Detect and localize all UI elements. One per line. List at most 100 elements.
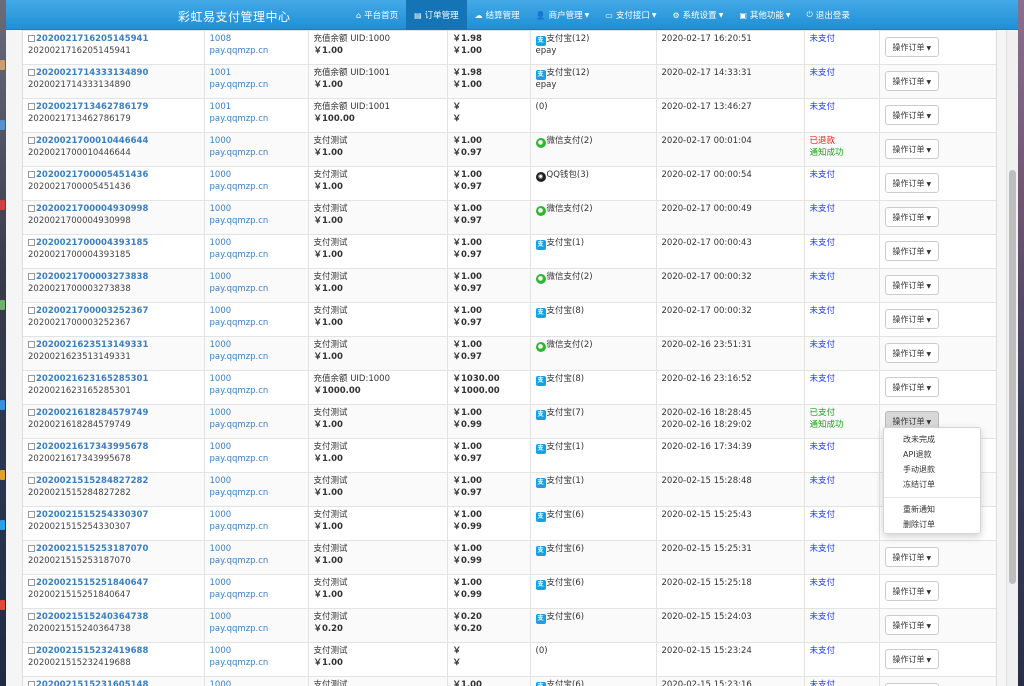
row-checkbox[interactable]	[28, 35, 35, 42]
merchant-id-link[interactable]: 1008	[210, 34, 232, 44]
site-link[interactable]: pay.qqmzp.cn	[210, 182, 269, 192]
trade-no-link[interactable]: 2020021700004930998	[36, 204, 148, 214]
trade-no-link[interactable]: 2020021515284827282	[36, 476, 148, 486]
merchant-id-link[interactable]: 1000	[210, 272, 232, 282]
merchant-id-link[interactable]: 1000	[210, 442, 232, 452]
merchant-id-link[interactable]: 1000	[210, 306, 232, 316]
site-link[interactable]: pay.qqmzp.cn	[210, 488, 269, 498]
site-link[interactable]: pay.qqmzp.cn	[210, 420, 269, 430]
row-checkbox[interactable]	[28, 545, 35, 552]
row-checkbox[interactable]	[28, 171, 35, 178]
desktop-icon[interactable]	[0, 400, 5, 410]
trade-no-link[interactable]: 2020021617343995678	[36, 442, 148, 452]
site-link[interactable]: pay.qqmzp.cn	[210, 148, 269, 158]
order-action-button[interactable]: 操作订单▼	[884, 581, 940, 601]
row-checkbox[interactable]	[28, 239, 35, 246]
row-checkbox[interactable]	[28, 477, 35, 484]
site-link[interactable]: pay.qqmzp.cn	[210, 352, 269, 362]
order-action-button[interactable]: 操作订单▼	[884, 241, 940, 261]
merchant-id-link[interactable]: 1000	[210, 374, 232, 384]
order-action-button[interactable]: 操作订单▼	[884, 71, 940, 91]
merchant-id-link[interactable]: 1000	[210, 170, 232, 180]
menu-item[interactable]: API退款	[884, 447, 980, 462]
merchant-id-link[interactable]: 1000	[210, 476, 232, 486]
trade-no-link[interactable]: 2020021700005451436	[36, 170, 148, 180]
order-action-button[interactable]: 操作订单▼	[884, 173, 940, 193]
trade-no-link[interactable]: 2020021716205145941	[36, 34, 148, 44]
desktop-icon[interactable]	[0, 520, 5, 530]
order-action-button[interactable]: 操作订单▼	[884, 343, 940, 363]
site-link[interactable]: pay.qqmzp.cn	[210, 46, 269, 56]
trade-no-link[interactable]: 2020021515253187070	[36, 544, 148, 554]
merchant-id-link[interactable]: 1000	[210, 544, 232, 554]
row-checkbox[interactable]	[28, 409, 35, 416]
order-action-button[interactable]: 操作订单▼	[884, 207, 940, 227]
site-link[interactable]: pay.qqmzp.cn	[210, 250, 269, 260]
order-action-button[interactable]: 操作订单▼	[884, 309, 940, 329]
site-link[interactable]: pay.qqmzp.cn	[210, 114, 269, 124]
nav-item[interactable]: ▭ 支付接口 ▼	[597, 0, 664, 30]
nav-item[interactable]: 👤 商户管理 ▼	[528, 0, 598, 30]
trade-no-link[interactable]: 2020021700003273838	[36, 272, 148, 282]
nav-item[interactable]: ☁ 结算管理	[467, 0, 528, 30]
trade-no-link[interactable]: 2020021713462786179	[36, 102, 148, 112]
desktop-icon[interactable]	[0, 120, 5, 130]
row-checkbox[interactable]	[28, 273, 35, 280]
row-checkbox[interactable]	[28, 341, 35, 348]
trade-no-link[interactable]: 2020021700004393185	[36, 238, 148, 248]
order-action-button[interactable]: 操作订单▼	[884, 105, 940, 125]
site-link[interactable]: pay.qqmzp.cn	[210, 386, 269, 396]
row-checkbox[interactable]	[28, 579, 35, 586]
merchant-id-link[interactable]: 1000	[210, 510, 232, 520]
trade-no-link[interactable]: 2020021623513149331	[36, 340, 148, 350]
row-checkbox[interactable]	[28, 443, 35, 450]
brand-title[interactable]: 彩虹易支付管理中心	[178, 8, 291, 25]
menu-item[interactable]: 重新通知	[884, 502, 980, 517]
site-link[interactable]: pay.qqmzp.cn	[210, 556, 269, 566]
row-checkbox[interactable]	[28, 681, 35, 686]
site-link[interactable]: pay.qqmzp.cn	[210, 284, 269, 294]
trade-no-link[interactable]: 2020021700003252367	[36, 306, 148, 316]
row-checkbox[interactable]	[28, 647, 35, 654]
desktop-icon[interactable]	[0, 60, 5, 70]
nav-item[interactable]: ▣ 其他功能 ▼	[731, 0, 798, 30]
order-action-button[interactable]: 操作订单▼	[884, 547, 940, 567]
merchant-id-link[interactable]: 1000	[210, 136, 232, 146]
order-action-button[interactable]: 操作订单▼	[884, 37, 940, 57]
menu-item[interactable]: 删除订单	[884, 517, 980, 532]
merchant-id-link[interactable]: 1000	[210, 408, 232, 418]
merchant-id-link[interactable]: 1000	[210, 680, 232, 686]
merchant-id-link[interactable]: 1000	[210, 646, 232, 656]
merchant-id-link[interactable]: 1000	[210, 612, 232, 622]
merchant-id-link[interactable]: 1000	[210, 204, 232, 214]
site-link[interactable]: pay.qqmzp.cn	[210, 522, 269, 532]
nav-item[interactable]: ⏻ 退出登录	[799, 0, 858, 30]
trade-no-link[interactable]: 2020021623165285301	[36, 374, 148, 384]
trade-no-link[interactable]: 2020021515231605148	[36, 680, 148, 686]
menu-item[interactable]: 冻结订单	[884, 477, 980, 492]
nav-item[interactable]: ▤ 订单管理	[406, 0, 467, 30]
row-checkbox[interactable]	[28, 375, 35, 382]
merchant-id-link[interactable]: 1001	[210, 68, 232, 78]
nav-item[interactable]: ⌂ 平台首页	[348, 0, 406, 30]
row-checkbox[interactable]	[28, 69, 35, 76]
desktop-icon[interactable]	[0, 300, 5, 310]
trade-no-link[interactable]: 2020021515254330307	[36, 510, 148, 520]
row-checkbox[interactable]	[28, 205, 35, 212]
page-scrollbar[interactable]	[1006, 30, 1018, 686]
menu-item[interactable]: 手动退款	[884, 462, 980, 477]
desktop-icon[interactable]	[0, 600, 5, 610]
site-link[interactable]: pay.qqmzp.cn	[210, 658, 269, 668]
trade-no-link[interactable]: 2020021618284579749	[36, 408, 148, 418]
desktop-icon[interactable]	[0, 470, 5, 480]
site-link[interactable]: pay.qqmzp.cn	[210, 454, 269, 464]
trade-no-link[interactable]: 2020021714333134890	[36, 68, 148, 78]
trade-no-link[interactable]: 2020021515232419688	[36, 646, 148, 656]
site-link[interactable]: pay.qqmzp.cn	[210, 590, 269, 600]
merchant-id-link[interactable]: 1001	[210, 102, 232, 112]
trade-no-link[interactable]: 2020021700010446644	[36, 136, 148, 146]
order-action-button[interactable]: 操作订单▼	[884, 139, 940, 159]
site-link[interactable]: pay.qqmzp.cn	[210, 318, 269, 328]
trade-no-link[interactable]: 2020021515240364738	[36, 612, 148, 622]
site-link[interactable]: pay.qqmzp.cn	[210, 80, 269, 90]
